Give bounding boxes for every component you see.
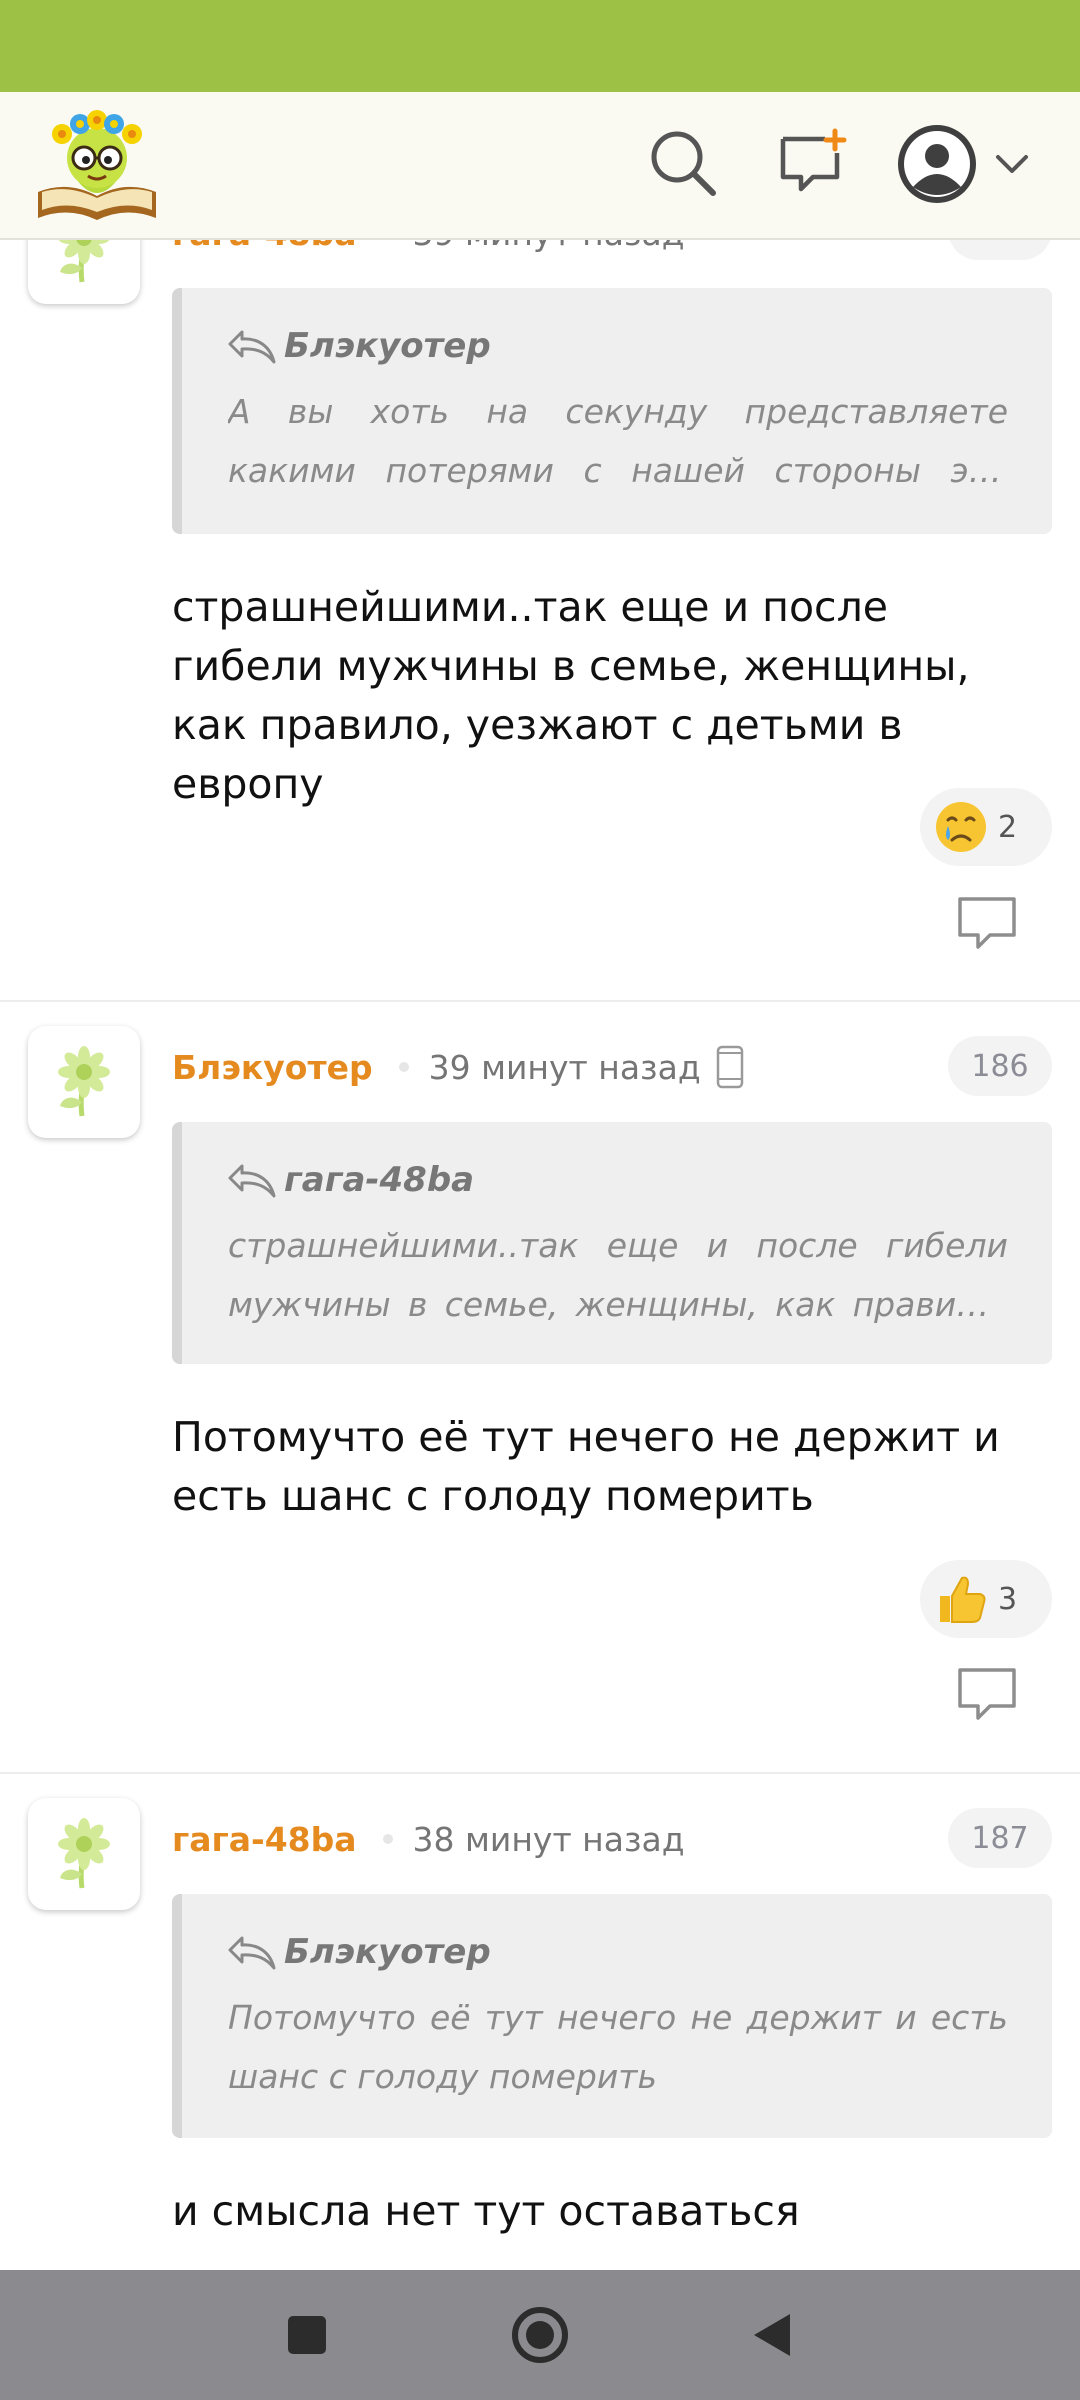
reaction-count: 3	[998, 1581, 1018, 1617]
author-name[interactable]: Блэкуотер	[172, 1048, 373, 1087]
comment-number-badge[interactable]: 187	[948, 1808, 1052, 1868]
quote-block[interactable]: гага-48ba страшнейшими..так еще и после …	[172, 1122, 1052, 1364]
chevron-down-icon	[996, 155, 1028, 173]
avatar[interactable]	[28, 1798, 140, 1910]
reply-arrow-icon	[228, 1936, 276, 1970]
profile-menu-button[interactable]	[896, 116, 1056, 212]
quote-author: Блэкуотер	[284, 326, 491, 366]
reply-arrow-icon	[228, 330, 276, 364]
quote-block[interactable]: Блэкуотер А вы хоть на секунду представл…	[172, 288, 1052, 534]
status-bar	[0, 0, 1080, 92]
quote-text: Потомучто её тут нечего не держит и есть…	[228, 1998, 1008, 2096]
reply-button[interactable]	[956, 1666, 1018, 1722]
comment-time: 39 минут назад	[413, 240, 685, 253]
comment-number-badge[interactable]	[948, 240, 1052, 260]
comment-number-badge[interactable]: 186	[948, 1036, 1052, 1096]
reply-arrow-icon	[228, 1164, 276, 1198]
thumbs-up-icon	[934, 1572, 988, 1626]
search-icon[interactable]	[638, 118, 728, 208]
comments-list: гага-48ba 39 минут назад Блэкуотер А вы …	[0, 240, 1080, 2270]
comment-text: и смысла нет тут оставаться	[172, 2187, 800, 2235]
quote-text: А вы хоть на секунду представляете каким…	[228, 392, 1008, 490]
reaction-count: 2	[998, 809, 1018, 845]
quote-block[interactable]: Блэкуотер Потомучто её тут нечего не дер…	[172, 1894, 1052, 2138]
new-post-icon[interactable]	[768, 118, 858, 208]
app-header	[0, 92, 1080, 240]
user-avatar-icon	[898, 125, 976, 203]
author-name[interactable]: гага-48ba	[172, 240, 357, 253]
avatar[interactable]	[28, 240, 140, 304]
quote-text: страшнейшими..так еще и после гибели муж…	[228, 1226, 1008, 1324]
comment-time: 38 минут назад	[412, 1819, 685, 1859]
avatar[interactable]	[28, 1026, 140, 1138]
quote-author: гага-48ba	[284, 1160, 475, 1200]
comment-text: Потомучто её тут нечего не держит и есть…	[172, 1413, 1000, 1520]
mobile-device-icon	[715, 1044, 745, 1090]
author-name[interactable]: гага-48ba	[172, 1820, 357, 1859]
comment-separator	[0, 1000, 1080, 1002]
system-nav-bar	[0, 2270, 1080, 2400]
home-circle-icon[interactable]	[505, 2300, 575, 2370]
recents-square-icon[interactable]	[272, 2300, 342, 2370]
comment-time: 39 минут назад	[428, 1047, 701, 1087]
reply-button[interactable]	[956, 895, 1018, 951]
crying-face-icon	[934, 800, 988, 854]
comment-text: страшнейшими..так еще и после гибели муж…	[172, 583, 970, 808]
logo-icon[interactable]	[34, 106, 160, 224]
reaction-badge[interactable]: 3	[920, 1560, 1052, 1638]
back-triangle-icon[interactable]	[738, 2300, 808, 2370]
quote-author: Блэкуотер	[284, 1932, 491, 1972]
reaction-badge[interactable]: 2	[920, 788, 1052, 866]
comment-separator	[0, 1772, 1080, 1774]
